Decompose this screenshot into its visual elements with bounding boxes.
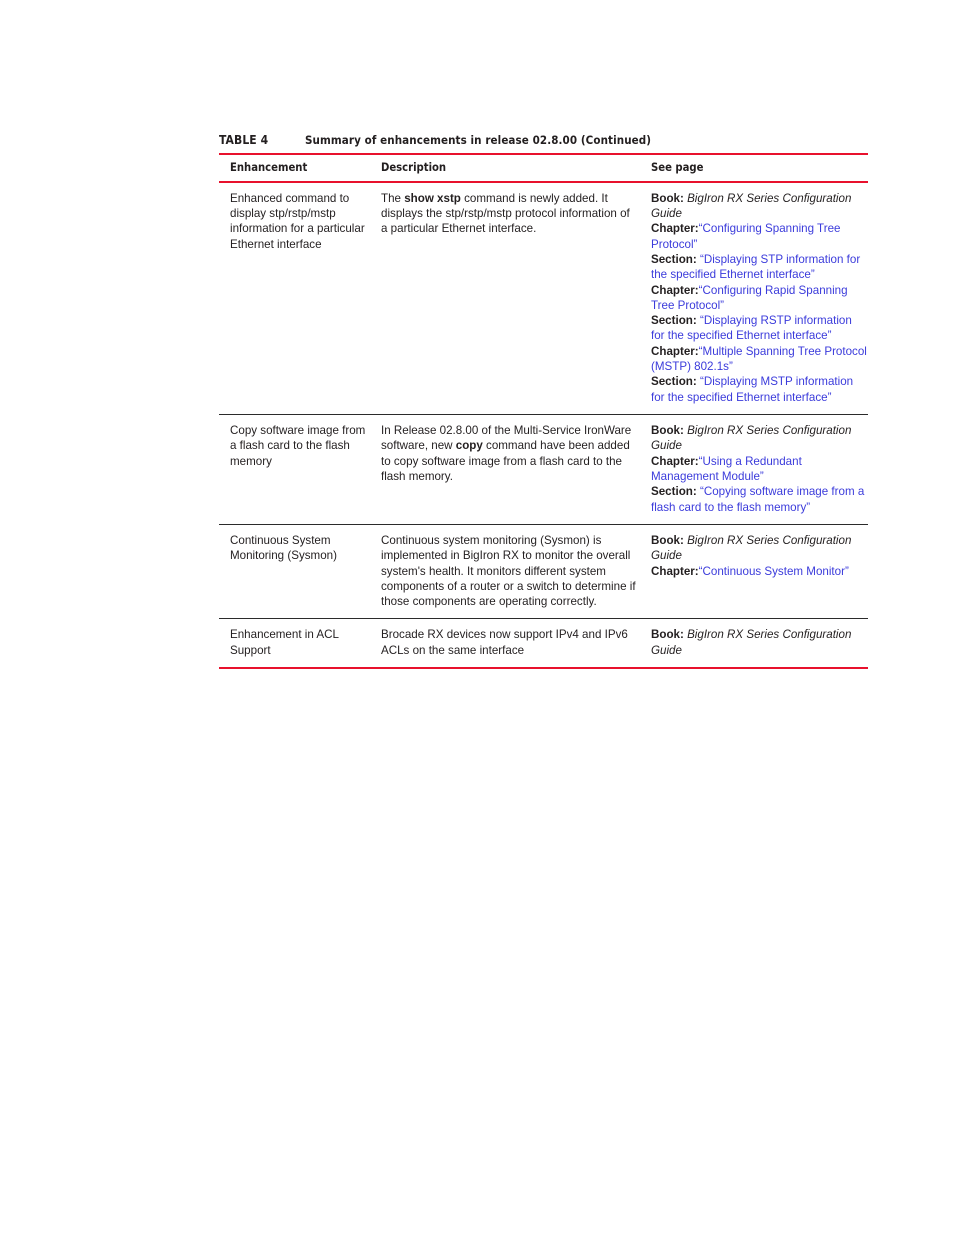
see-page-reference: Book: BigIron RX Series Configuration Gu… (651, 423, 868, 454)
see-page-reference[interactable]: Section: “Copying software image from a … (651, 484, 868, 515)
reference-label: Section: (651, 252, 700, 266)
cell-see-page: Book: BigIron RX Series Configuration Gu… (651, 627, 868, 658)
see-page-reference[interactable]: Chapter:“Configuring Rapid Spanning Tree… (651, 283, 868, 314)
column-header-see-page: See page (651, 161, 704, 175)
reference-label: Chapter: (651, 564, 699, 578)
see-page-reference[interactable]: Chapter:“Using a Redundant Management Mo… (651, 454, 868, 485)
table-header-row: Enhancement Description See page (219, 155, 868, 181)
description-text-pre: Brocade RX devices now support IPv4 and … (381, 628, 628, 657)
reference-label: Book: (651, 628, 688, 642)
table-caption: TABLE 4 Summary of enhancements in relea… (219, 133, 868, 153)
table-bottom-rule (219, 667, 868, 670)
column-header-description: Description (381, 161, 447, 175)
description-command-keyword: show xstp (404, 191, 461, 205)
reference-link[interactable]: “Continuous System Monitor” (699, 565, 849, 578)
table-row: Enhancement in ACL Support Brocade RX dev… (219, 619, 868, 667)
reference-label: Chapter: (651, 344, 699, 358)
reference-label: Section: (651, 485, 700, 499)
cell-see-page: Book: BigIron RX Series Configuration Gu… (651, 423, 868, 515)
see-page-reference[interactable]: Section: “Displaying RSTP information fo… (651, 313, 868, 344)
see-page-reference: Book: BigIron RX Series Configuration Gu… (651, 627, 868, 658)
see-page-reference[interactable]: Chapter:“Continuous System Monitor” (651, 564, 868, 579)
cell-enhancement: Continuous System Monitoring (Sysmon) (230, 533, 337, 563)
reference-label: Chapter: (651, 222, 699, 236)
table-body: Enhanced command to display stp/rstp/mst… (219, 183, 868, 667)
see-page-reference[interactable]: Chapter:“Configuring Spanning Tree Proto… (651, 221, 868, 252)
table-caption-title: Summary of enhancements in release 02.8.… (305, 133, 652, 147)
see-page-reference[interactable]: Section: “Displaying STP information for… (651, 252, 868, 283)
cell-description: In Release 02.8.00 of the Multi-Service … (379, 423, 651, 515)
cell-description: Continuous system monitoring (Sysmon) is… (379, 533, 651, 609)
reference-label: Section: (651, 314, 700, 328)
reference-label: Chapter: (651, 454, 699, 468)
table-caption-label: TABLE 4 (219, 133, 269, 147)
reference-label: Book: (651, 533, 688, 547)
see-page-reference[interactable]: Chapter:“Multiple Spanning Tree Protocol… (651, 344, 868, 375)
enhancements-table: TABLE 4 Summary of enhancements in relea… (219, 133, 868, 670)
see-page-reference[interactable]: Section: “Displaying MSTP information fo… (651, 374, 868, 405)
description-command-keyword: copy (455, 439, 483, 453)
document-page: TABLE 4 Summary of enhancements in relea… (0, 0, 954, 1235)
reference-label: Book: (651, 424, 688, 438)
description-text-pre: Continuous system monitoring (Sysmon) is… (381, 533, 636, 609)
reference-label: Book: (651, 191, 688, 205)
reference-label: Chapter: (651, 283, 699, 297)
cell-enhancement: Enhanced command to display stp/rstp/mst… (230, 191, 365, 251)
table-row: Enhanced command to display stp/rstp/mst… (219, 183, 868, 414)
column-header-enhancement: Enhancement (230, 161, 308, 175)
see-page-reference: Book: BigIron RX Series Configuration Gu… (651, 533, 868, 564)
cell-enhancement: Enhancement in ACL Support (230, 628, 339, 657)
table-row: Copy software image from a flash card to… (219, 415, 868, 524)
cell-see-page: Book: BigIron RX Series Configuration Gu… (651, 191, 868, 405)
see-page-reference: Book: BigIron RX Series Configuration Gu… (651, 191, 868, 222)
reference-label: Section: (651, 375, 700, 389)
description-text-pre: The (381, 191, 405, 205)
cell-description: Brocade RX devices now support IPv4 and … (379, 627, 651, 658)
table-row: Continuous System Monitoring (Sysmon) Con… (219, 525, 868, 618)
cell-see-page: Book: BigIron RX Series Configuration Gu… (651, 533, 868, 609)
cell-enhancement: Copy software image from a flash card to… (230, 424, 366, 468)
cell-description: The show xstp command is newly added. It… (379, 191, 651, 405)
